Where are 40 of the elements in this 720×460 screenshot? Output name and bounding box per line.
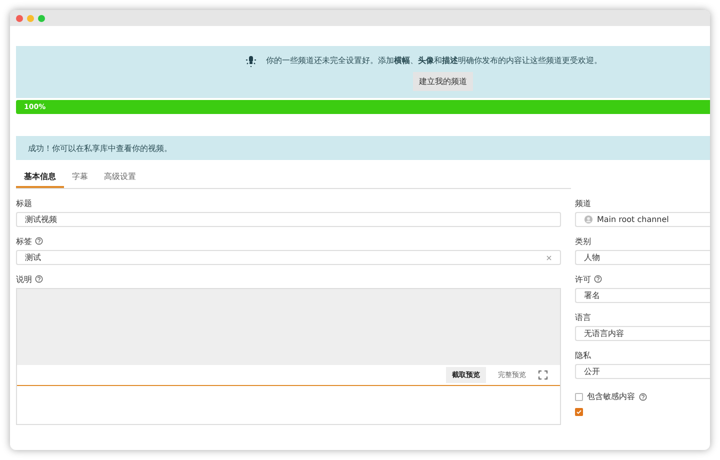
tags-field[interactable]: 测试 xyxy=(16,250,561,265)
select-value: 公开 xyxy=(584,366,600,377)
tag-text: 测试 xyxy=(25,252,41,263)
tab[interactable]: 基本信息 xyxy=(16,168,64,188)
select-field[interactable]: 人物 xyxy=(575,250,710,265)
success-text: 成功！你可以在私享库中查看你的视频。 xyxy=(28,142,172,154)
select-field[interactable]: 无语言内容 xyxy=(575,326,710,341)
checkbox-label: 包含敏感内容 xyxy=(587,391,635,402)
field-label: 隐私 xyxy=(575,350,591,360)
select-field[interactable]: 署名 xyxy=(575,288,710,303)
field-label: 频道 xyxy=(575,198,591,208)
fullscreen-icon[interactable] xyxy=(538,370,548,380)
select-field[interactable]: 公开 xyxy=(575,364,710,379)
checkbox[interactable] xyxy=(575,408,583,416)
field-label: 语言 xyxy=(575,312,591,322)
tab[interactable]: 字幕 xyxy=(64,168,96,188)
notice-text: 你的一些频道还未完全设置好。添加横幅、头像和描述明确你发布的内容让这些频道更受欢迎。 xyxy=(266,55,602,66)
description-field[interactable] xyxy=(17,289,560,365)
select-value: 无语言内容 xyxy=(584,328,624,339)
field-label: 许可 xyxy=(575,274,591,284)
field-label: 说明 xyxy=(16,274,32,284)
title-field[interactable]: 测试视频 xyxy=(16,212,561,227)
help-icon[interactable] xyxy=(639,392,647,400)
create-channel-button[interactable]: 建立我的频道 xyxy=(413,72,473,90)
select-field[interactable]: Main root channel xyxy=(575,212,710,227)
select-value: 人物 xyxy=(584,252,600,263)
field-label: 类别 xyxy=(575,236,591,246)
help-icon[interactable] xyxy=(35,275,43,283)
checkbox[interactable] xyxy=(575,392,583,400)
zoom-button[interactable] xyxy=(38,14,45,22)
select-value: 署名 xyxy=(584,290,600,301)
field-label: 标题 xyxy=(16,198,32,208)
help-icon[interactable] xyxy=(594,275,602,283)
help-icon[interactable] xyxy=(35,237,43,245)
close-button[interactable] xyxy=(16,14,23,22)
select-value: Main root channel xyxy=(597,215,669,224)
lightbulb-icon xyxy=(244,54,258,68)
field-label: 标签 xyxy=(16,236,32,246)
tab[interactable]: 高级设置 xyxy=(96,168,144,188)
clear-icon[interactable] xyxy=(546,254,552,260)
